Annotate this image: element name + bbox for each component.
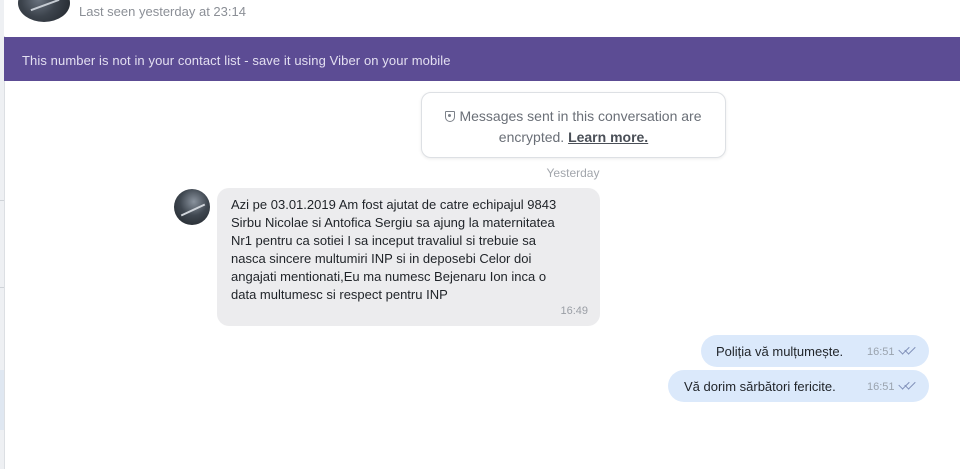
message-text: Vă dorim sărbători fericite. — [684, 379, 836, 394]
outgoing-message[interactable]: Poliția vă mulțumește. 16:51 — [701, 335, 929, 367]
date-separator: Yesterday — [546, 166, 600, 180]
double-check-icon — [898, 343, 917, 356]
unknown-contact-banner: This number is not in your contact list … — [4, 37, 960, 81]
message-text: Poliția vă mulțumește. — [716, 344, 844, 359]
encryption-text-2: encrypted. — [498, 129, 569, 145]
learn-more-link[interactable]: Learn more. — [568, 129, 648, 145]
encryption-line-2: encrypted. Learn more. — [422, 127, 725, 147]
message-text: Azi pe 03.01.2019 Am fost ajutat de catr… — [231, 197, 557, 302]
encryption-notice: Messages sent in this conversation are e… — [421, 92, 726, 158]
list-divider — [0, 287, 4, 288]
encryption-text: Messages sent in this conversation are — [459, 108, 702, 124]
incoming-message[interactable]: Azi pe 03.01.2019 Am fost ajutat de catr… — [217, 188, 600, 326]
list-divider — [0, 200, 4, 201]
encryption-line-1: Messages sent in this conversation are — [422, 106, 725, 126]
message-time: 16:51 — [867, 346, 895, 358]
banner-text: This number is not in your contact list … — [22, 53, 451, 68]
outgoing-message[interactable]: Vă dorim sărbători fericite. 16:51 — [668, 370, 929, 402]
message-time: 16:49 — [560, 305, 588, 317]
last-seen-status: Last seen yesterday at 23:14 — [79, 4, 246, 19]
contact-avatar[interactable] — [18, 0, 70, 22]
sender-avatar[interactable] — [174, 189, 210, 225]
message-time: 16:51 — [867, 381, 895, 393]
chat-header: Last seen yesterday at 23:14 — [4, 0, 960, 36]
selected-chat-highlight — [0, 370, 4, 430]
shield-icon — [445, 111, 456, 122]
double-check-icon — [898, 378, 917, 391]
